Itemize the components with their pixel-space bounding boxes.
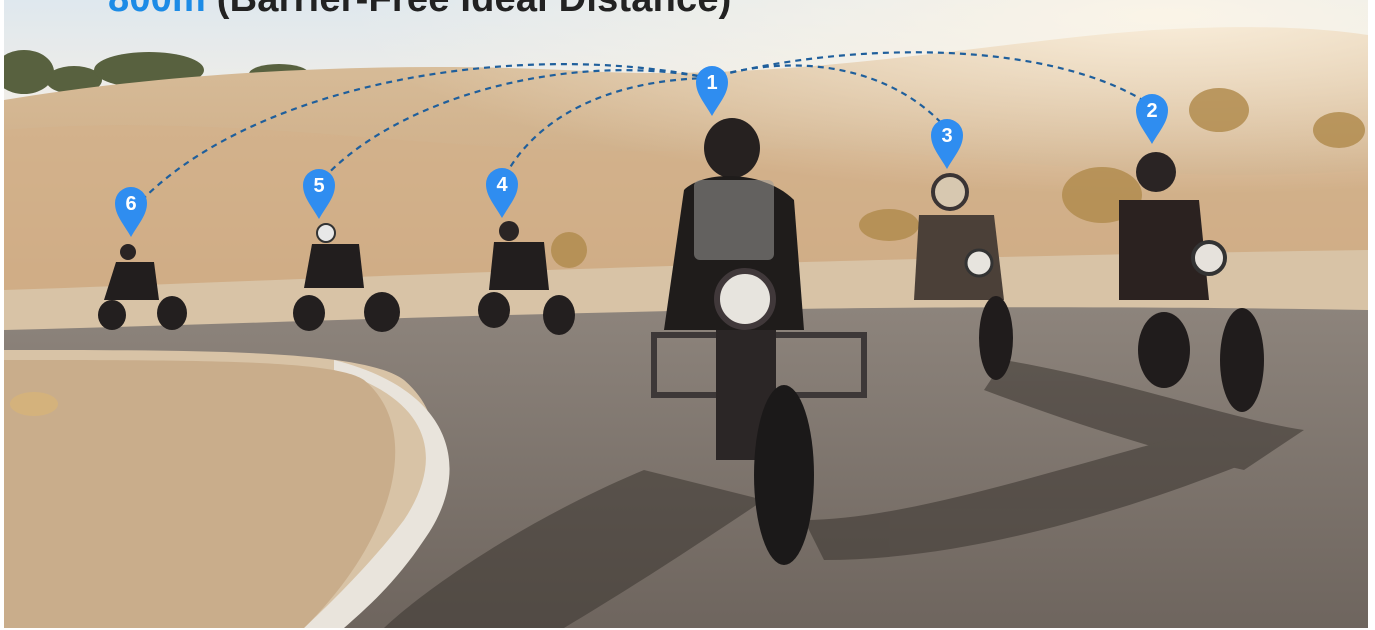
pin-label-2: 2: [1146, 100, 1157, 122]
pin-label-6: 6: [125, 193, 136, 215]
pin-label-4: 4: [496, 174, 508, 196]
headline: 800m (Barrier-Free Ideal Distance): [108, 0, 732, 21]
pin-label-3: 3: [941, 125, 952, 147]
pin-label-1: 1: [706, 72, 717, 94]
hero-scene: 1 2 3 4 5 6 800m (Barrier-Free Ideal Dis…: [0, 0, 1375, 630]
headline-caption: (Barrier-Free Ideal Distance): [217, 0, 732, 20]
desert-riders-photo: 1 2 3 4 5 6: [4, 0, 1368, 628]
pin-label-5: 5: [313, 175, 324, 197]
headline-distance: 800m: [108, 0, 206, 20]
